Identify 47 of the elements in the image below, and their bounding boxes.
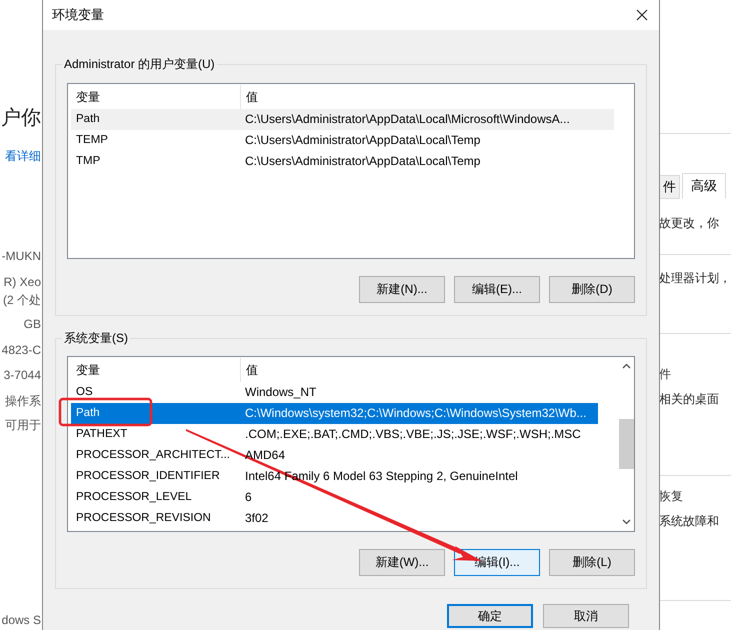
variable-row[interactable]: PATHEXT .COM;.EXE;.BAT;.CMD;.VBS;.VBE;.JS;.JSE;.WSF;.WSH;.MSC <box>71 424 598 445</box>
dialog-button[interactable]: 新建(N)... <box>359 276 445 303</box>
background-text: 可用于 <box>5 417 41 434</box>
background-text: 故更改，你 <box>659 215 719 232</box>
background-text: 系统故障和 <box>659 513 719 530</box>
window-title: 环境变量 <box>52 6 104 24</box>
background-text: R) Xeo <box>4 275 41 289</box>
dialog-button[interactable]: 编辑(E)... <box>454 276 540 303</box>
background-text: 4823-C <box>2 343 41 357</box>
variable-row[interactable]: PROCESSOR_LEVEL 6 <box>71 487 598 508</box>
variable-row[interactable]: PROCESSOR_REVISION 3f02 <box>71 508 598 529</box>
scroll-up-icon[interactable] <box>622 363 630 369</box>
dialog-button[interactable]: 删除(L) <box>549 549 635 576</box>
variable-row[interactable]: Path C:\Windows\system32;C:\Windows;C:\Windows\System32\Wb... <box>71 403 598 424</box>
variable-row[interactable]: TMP C:\Users\Administrator\AppData\Local\Temp <box>71 151 614 172</box>
tab[interactable]: 件 <box>659 175 680 199</box>
close-icon[interactable] <box>636 9 648 21</box>
background-text: (2 个处 <box>2 292 41 309</box>
variable-row[interactable]: PROCESSOR_ARCHITECT... AMD64 <box>71 445 598 466</box>
column-header[interactable]: 值 <box>241 358 258 382</box>
background-text: GB <box>24 317 41 331</box>
details-link[interactable]: 看详细 <box>5 148 41 165</box>
tab[interactable]: 高级 <box>682 173 726 199</box>
background-text: 3-7044 <box>4 368 41 382</box>
background-text: -MUKN <box>2 249 41 263</box>
background-text: dows S <box>2 613 41 627</box>
section-heading: 件 <box>659 366 671 383</box>
section-heading: 恢复 <box>659 488 683 505</box>
variable-row[interactable]: Path C:\Users\Administrator\AppData\Local\Microsoft\WindowsA... <box>71 109 614 130</box>
dialog-button[interactable]: 取消 <box>543 604 629 628</box>
column-header[interactable]: 变量 <box>71 358 241 382</box>
variable-row[interactable]: TEMP C:\Users\Administrator\AppData\Local\Temp <box>71 130 614 151</box>
group-label: 系统变量(S) <box>62 330 130 347</box>
dialog-button[interactable]: 删除(D) <box>549 276 635 303</box>
variable-list[interactable] <box>67 356 635 532</box>
background-text: 操作系 <box>5 393 41 410</box>
scroll-down-icon[interactable] <box>622 519 630 525</box>
background-text: 户你 <box>1 106 41 131</box>
dialog-button[interactable]: 确定 <box>447 604 533 628</box>
variable-row[interactable]: OS Windows_NT <box>71 382 598 403</box>
column-header[interactable]: 值 <box>241 85 258 109</box>
scroll-thumb[interactable] <box>618 419 634 469</box>
group-label: Administrator 的用户变量(U) <box>62 56 217 73</box>
variable-list[interactable]: 变量 值 Path C:\Users\Administrator\AppData\Local\Microsoft\WindowsA... TEMP C:\Users\Administrator\AppData\Local\Temp TMP C:\Users\Administrator\AppData\Local\Temp <box>67 83 635 259</box>
background-text: 相关的桌面 <box>659 391 719 408</box>
background-text: 处理器计划， <box>659 270 731 287</box>
dialog-button[interactable]: 新建(W)... <box>359 549 445 576</box>
